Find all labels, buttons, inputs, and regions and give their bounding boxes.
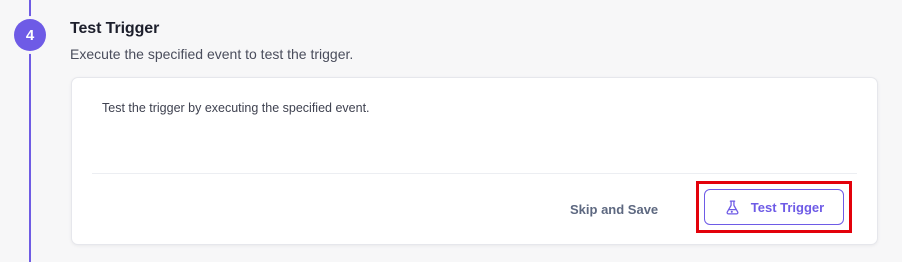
test-trigger-button[interactable]: Test Trigger <box>704 189 844 225</box>
card-divider <box>92 173 857 174</box>
test-trigger-label: Test Trigger <box>750 199 825 215</box>
test-trigger-card: Test the trigger by executing the specif… <box>71 77 878 245</box>
card-description: Test the trigger by executing the specif… <box>102 101 370 115</box>
step-title: Test Trigger <box>70 20 160 37</box>
step-section: 4 Test Trigger Execute the specified eve… <box>0 0 902 262</box>
step-number-badge: 4 <box>14 19 46 51</box>
skip-and-save-button[interactable]: Skip and Save <box>570 197 658 221</box>
step-subtitle: Execute the specified event to test the … <box>70 46 354 62</box>
flask-icon <box>726 199 739 215</box>
